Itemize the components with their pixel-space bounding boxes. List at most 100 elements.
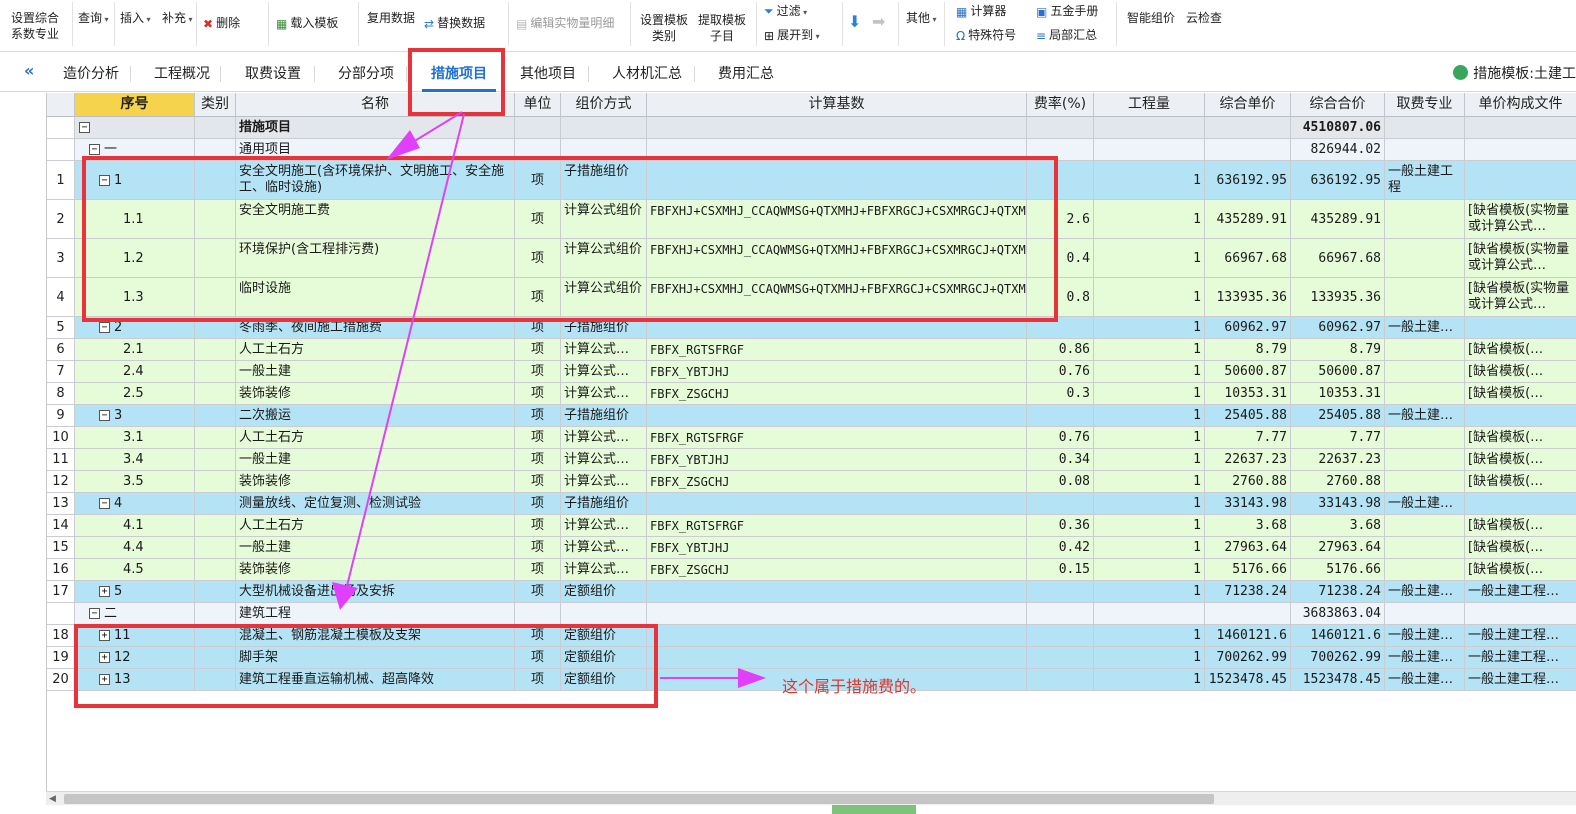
table-row[interactable]: 11 3.4 一般土建 项 计算公式… FBFX_YBTJHJ 0.34 1 22637.23 2…	[47, 449, 1576, 471]
cell-name[interactable]: 安全文明施工(含环境保护、文明施工、安全施工、临时设施)	[236, 161, 515, 200]
cell-total[interactable]: 27963.64	[1291, 537, 1385, 559]
cell-seq[interactable]: −3	[75, 405, 195, 427]
column-header-9[interactable]: 综合合价	[1291, 93, 1385, 117]
cell-total[interactable]: 3.68	[1291, 515, 1385, 537]
cell-seq[interactable]: 3.4	[75, 449, 195, 471]
table-row[interactable]: 17 +5 大型机械设备进出场及安拆项定额组价 1 71238.24 71238.24 一般…	[47, 581, 1576, 603]
toolbar-button-12[interactable]: ⊞ 展开到 ▾	[764, 26, 820, 43]
cell-cat[interactable]	[195, 139, 236, 161]
cell-price[interactable]: 10353.31	[1205, 383, 1291, 405]
cell-seq[interactable]: 3.5	[75, 471, 195, 493]
cell-qty[interactable]	[1094, 117, 1205, 139]
cell-total[interactable]: 1523478.45	[1291, 669, 1385, 691]
move-down-icon[interactable]: ⬇	[848, 12, 861, 31]
cell-cat[interactable]	[195, 669, 236, 691]
cell-unit[interactable]: 项	[515, 317, 561, 339]
cell-base[interactable]: FBFX_YBTJHJ	[647, 449, 1027, 471]
cell-seq[interactable]: +11	[75, 625, 195, 647]
cell-rate[interactable]: 0.15	[1027, 559, 1094, 581]
cell-base[interactable]	[647, 161, 1027, 200]
column-header-1[interactable]: 类别	[195, 93, 236, 117]
cell-spec[interactable]: 一般土建工程	[1385, 161, 1465, 200]
toolbar-button-1[interactable]: 查询 ▾	[78, 10, 109, 28]
cell-rate[interactable]: 0.76	[1027, 361, 1094, 383]
table-row[interactable]: 14 4.1 人工土石方 项 计算公式… FBFX_RGTSFRGF 0.36 1 3.68 3.…	[47, 515, 1576, 537]
cell-qty[interactable]: 1	[1094, 669, 1205, 691]
cell-unit[interactable]: 项	[515, 200, 561, 239]
cell-base[interactable]	[647, 647, 1027, 669]
cell-method[interactable]: 计算公式…	[561, 427, 647, 449]
cell-unit[interactable]: 项	[515, 449, 561, 471]
cell-cat[interactable]	[195, 449, 236, 471]
cell-total[interactable]: 5176.66	[1291, 559, 1385, 581]
cell-price[interactable]: 5176.66	[1205, 559, 1291, 581]
cell-price[interactable]: 1523478.45	[1205, 669, 1291, 691]
cell-file[interactable]	[1465, 317, 1576, 339]
cell-name[interactable]: 一般土建	[236, 361, 515, 383]
cell-method[interactable]: 计算公式…	[561, 559, 647, 581]
cell-rate[interactable]	[1027, 161, 1094, 200]
cell-rate[interactable]: 2.6	[1027, 200, 1094, 239]
cell-qty[interactable]: 1	[1094, 493, 1205, 515]
cell-rate[interactable]	[1027, 625, 1094, 647]
cell-total[interactable]: 133935.36	[1291, 278, 1385, 317]
cell-unit[interactable]: 项	[515, 383, 561, 405]
table-row[interactable]: 18 +11 混凝土、钢筋混凝土模板及支架项定额组价 1 1460121.6 146012…	[47, 625, 1576, 647]
cell-unit[interactable]	[515, 117, 561, 139]
cell-unit[interactable]: 项	[515, 625, 561, 647]
cell-base[interactable]	[647, 317, 1027, 339]
column-header-6[interactable]: 费率(%)	[1027, 93, 1094, 117]
cell-cat[interactable]	[195, 239, 236, 278]
cell-base[interactable]	[647, 625, 1027, 647]
cell-seq[interactable]: 1.1	[75, 200, 195, 239]
cell-cat[interactable]	[195, 559, 236, 581]
cell-qty[interactable]: 1	[1094, 515, 1205, 537]
cell-spec[interactable]	[1385, 278, 1465, 317]
cell-cat[interactable]	[195, 603, 236, 625]
table-row[interactable]: 3 1.2 环境保护(含工程排污费) 项 计算公式组价 FBFXHJ+CSXMHJ_CCA…	[47, 239, 1576, 278]
cell-price[interactable]: 60962.97	[1205, 317, 1291, 339]
table-row[interactable]: 19 +12 脚手架项定额组价 1 700262.99 700262.99 一般土建… 一般土…	[47, 647, 1576, 669]
cell-total[interactable]: 2760.88	[1291, 471, 1385, 493]
cell-spec[interactable]: 一般土建…	[1385, 647, 1465, 669]
cell-total[interactable]: 1460121.6	[1291, 625, 1385, 647]
cell-base[interactable]: FBFX_ZSGCHJ	[647, 383, 1027, 405]
cell-rate[interactable]: 0.76	[1027, 427, 1094, 449]
cell-spec[interactable]: 一般土建…	[1385, 317, 1465, 339]
table-row[interactable]: 9−3 二次搬运项子措施组价 1 25405.88 25405.88 一般土建…	[47, 405, 1576, 427]
cell-rate[interactable]	[1027, 405, 1094, 427]
cell-base[interactable]: FBFX_YBTJHJ	[647, 361, 1027, 383]
collapse-toggle-icon[interactable]: −	[99, 322, 110, 333]
cell-total[interactable]: 435289.91	[1291, 200, 1385, 239]
cell-name[interactable]: 一般土建	[236, 449, 515, 471]
column-header-7[interactable]: 工程量	[1094, 93, 1205, 117]
cell-spec[interactable]	[1385, 449, 1465, 471]
cell-qty[interactable]: 1	[1094, 339, 1205, 361]
cell-base[interactable]	[647, 493, 1027, 515]
bottom-expand-handle[interactable]	[832, 805, 916, 814]
toolbar-button-7[interactable]: ⇄ 替换数据	[424, 14, 485, 31]
move-right-icon[interactable]: ➡	[872, 12, 885, 31]
cell-name[interactable]: 脚手架	[236, 647, 515, 669]
cell-file[interactable]: [缺省模板(…	[1465, 339, 1576, 361]
cell-file[interactable]: 一般土建工程…	[1465, 669, 1576, 691]
cell-method[interactable]: 计算公式…	[561, 471, 647, 493]
toolbar-button-14[interactable]: ▦ 计算器	[956, 2, 1006, 19]
tab-3[interactable]: 分部分项	[326, 56, 406, 92]
cell-cat[interactable]	[195, 625, 236, 647]
cell-spec[interactable]	[1385, 471, 1465, 493]
tab-1[interactable]: 工程概况	[144, 56, 220, 92]
cell-seq[interactable]: 4.1	[75, 515, 195, 537]
cell-spec[interactable]	[1385, 361, 1465, 383]
cell-seq[interactable]: − 二	[75, 603, 195, 625]
cell-unit[interactable]: 项	[515, 161, 561, 200]
cell-base[interactable]: FBFX_ZSGCHJ	[647, 559, 1027, 581]
cell-base[interactable]: FBFXHJ+CSXMHJ_CCAQWMSG+QTXMHJ+FBFXRGCJ+C…	[647, 278, 1027, 317]
table-row[interactable]: 16 4.5 装饰装修 项 计算公式… FBFX_ZSGCHJ 0.15 1 5176.66 51…	[47, 559, 1576, 581]
cell-name[interactable]: 安全文明施工费	[236, 200, 515, 239]
cell-spec[interactable]	[1385, 239, 1465, 278]
tab-4[interactable]: 措施项目	[414, 56, 504, 92]
cell-name[interactable]: 装饰装修	[236, 559, 515, 581]
cell-cat[interactable]	[195, 493, 236, 515]
cell-cat[interactable]	[195, 537, 236, 559]
